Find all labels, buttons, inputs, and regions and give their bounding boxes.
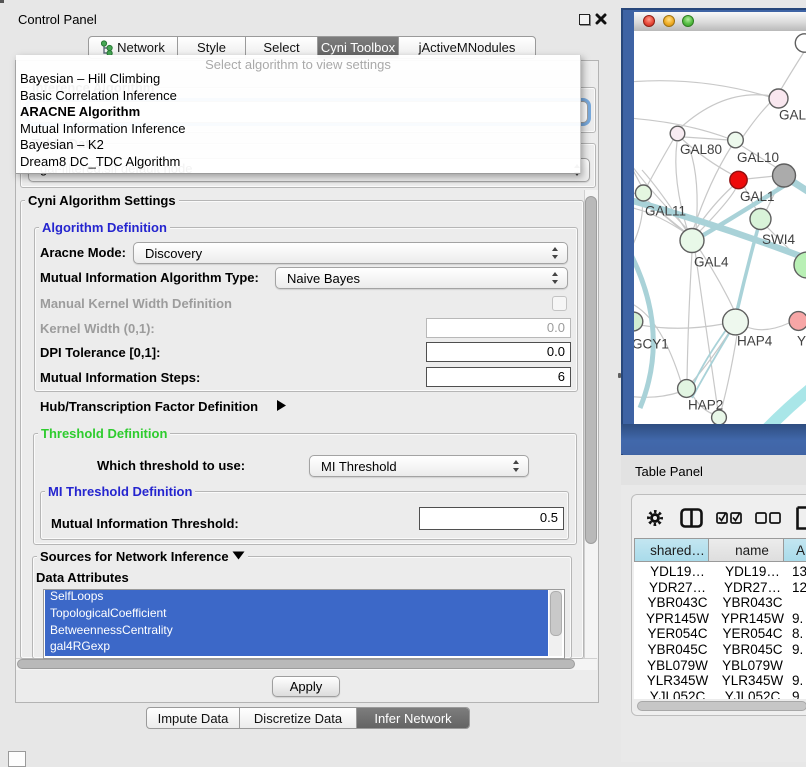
svg-text:GAL10: GAL10 [737,150,779,165]
svg-text:GCY1: GCY1 [634,337,669,352]
svg-text:GAL11: GAL11 [645,204,686,219]
svg-text:GAL: GAL [779,108,806,123]
svg-text:GAL1: GAL1 [740,189,775,204]
svg-text:GAL80: GAL80 [680,142,722,157]
svg-text:HAP2: HAP2 [688,398,723,413]
svg-text:SWI4: SWI4 [762,232,795,247]
svg-text:GAL4: GAL4 [694,255,729,270]
svg-text:Y: Y [797,334,806,349]
svg-text:HAP4: HAP4 [737,334,773,349]
